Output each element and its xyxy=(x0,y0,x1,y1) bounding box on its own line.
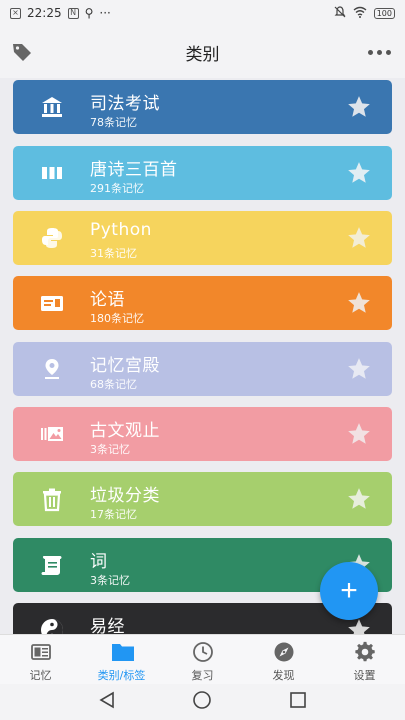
star-icon[interactable] xyxy=(346,421,372,447)
category-list[interactable]: 司法考试 78条记忆 唐诗三百首 291条记忆 Python 31条记忆 论语 … xyxy=(13,80,392,634)
category-title: 垃圾分类 xyxy=(90,486,160,506)
star-icon[interactable] xyxy=(346,94,372,120)
scroll-icon xyxy=(39,552,65,578)
category-count: 180条记忆 xyxy=(90,312,144,325)
nav-item-discover[interactable]: 发现 xyxy=(243,635,324,684)
recent-apps-icon[interactable] xyxy=(289,691,307,713)
book-columns-icon xyxy=(39,160,65,186)
system-navigation-bar xyxy=(0,684,405,720)
category-title: 易经 xyxy=(90,617,125,634)
nav-item-review[interactable]: 复习 xyxy=(162,635,243,684)
category-count: 68条记忆 xyxy=(90,378,137,391)
star-icon[interactable] xyxy=(346,486,372,512)
yin-yang-icon xyxy=(39,617,65,634)
clock-icon xyxy=(192,641,214,663)
category-card[interactable]: Python 31条记忆 xyxy=(13,211,392,265)
id-card-icon xyxy=(39,290,65,316)
category-card[interactable]: 垃圾分类 17条记忆 xyxy=(13,472,392,526)
bottom-navigation: 记忆 类别/标签 复习 发现 设置 xyxy=(0,634,405,684)
page-title: 类别 xyxy=(185,44,220,65)
category-card[interactable]: 唐诗三百首 291条记忆 xyxy=(13,146,392,200)
trash-icon xyxy=(39,486,65,512)
nav-label: 复习 xyxy=(191,669,214,682)
star-icon[interactable] xyxy=(346,290,372,316)
category-count: 3条记忆 xyxy=(90,574,130,587)
app-notification-icon: N xyxy=(67,7,79,19)
home-icon[interactable] xyxy=(192,690,212,714)
folder-icon xyxy=(111,641,134,663)
category-count: 31条记忆 xyxy=(90,247,137,260)
category-count: 78条记忆 xyxy=(90,116,137,129)
star-icon[interactable] xyxy=(346,356,372,382)
add-category-button[interactable]: + xyxy=(320,562,378,620)
category-title: 论语 xyxy=(90,290,125,310)
python-icon xyxy=(39,225,65,251)
image-gallery-icon xyxy=(39,421,65,447)
back-icon[interactable] xyxy=(98,691,116,713)
category-title: 古文观止 xyxy=(90,421,160,441)
mute-icon xyxy=(334,5,346,21)
more-notifications-icon: ··· xyxy=(99,6,111,20)
nav-label: 设置 xyxy=(353,669,376,682)
star-icon[interactable] xyxy=(346,225,372,251)
nav-item-settings[interactable]: 设置 xyxy=(324,635,405,684)
category-title: 词 xyxy=(90,552,108,572)
category-card[interactable]: 记忆宫殿 68条记忆 xyxy=(13,342,392,396)
category-title: Python xyxy=(90,220,152,240)
nav-item-categories[interactable]: 类别/标签 xyxy=(81,635,162,684)
wifi-icon xyxy=(353,6,367,21)
tag-icon[interactable] xyxy=(11,41,33,63)
status-time: 22:25 xyxy=(27,6,62,20)
battery-indicator: 100 xyxy=(373,7,395,19)
nav-label: 类别/标签 xyxy=(97,669,146,682)
category-card[interactable]: 古文观止 3条记忆 xyxy=(13,407,392,461)
nav-label: 记忆 xyxy=(29,669,52,682)
compass-icon xyxy=(273,641,295,663)
category-card[interactable]: 司法考试 78条记忆 xyxy=(13,80,392,134)
category-count: 3条记忆 xyxy=(90,443,130,456)
nav-label: 发现 xyxy=(272,669,295,682)
category-title: 司法考试 xyxy=(90,94,160,114)
category-card[interactable]: 论语 180条记忆 xyxy=(13,276,392,330)
status-bar: × 22:25 N ⚲ ··· 100 xyxy=(0,0,405,26)
memory-card-icon xyxy=(30,641,52,663)
location-pin-icon xyxy=(39,356,65,382)
category-count: 17条记忆 xyxy=(90,508,137,521)
category-count: 291条记忆 xyxy=(90,182,144,195)
nav-item-memory[interactable]: 记忆 xyxy=(0,635,81,684)
gear-icon xyxy=(354,641,376,663)
star-icon[interactable] xyxy=(346,160,372,186)
app-header: 类别 xyxy=(0,26,405,78)
more-options-icon[interactable] xyxy=(368,50,391,55)
usb-icon: ⚲ xyxy=(84,6,94,20)
bank-icon xyxy=(39,94,65,120)
category-title: 唐诗三百首 xyxy=(90,160,178,180)
category-title: 记忆宫殿 xyxy=(90,356,160,376)
close-notification-icon: × xyxy=(10,7,21,19)
